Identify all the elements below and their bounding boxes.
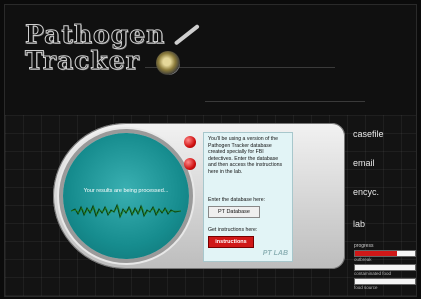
progress-label-contaminated-food: contaminated food (354, 271, 392, 276)
indicator-light (184, 136, 196, 148)
progress-bar-contaminated-food (354, 264, 416, 271)
indicator-light (184, 158, 196, 170)
divider-line (205, 101, 365, 102)
app-logo: Pathogen Tracker (24, 20, 166, 75)
progress-fill (355, 251, 397, 256)
logo-line-1: Pathogen (24, 20, 166, 49)
processing-status: Your results are being processed... (83, 188, 169, 194)
logo-line-2: Tracker (24, 46, 140, 75)
progress-label: progress (354, 243, 374, 249)
results-screen: Your results are being processed... (63, 133, 189, 259)
progress-label-food-source: food source (354, 285, 378, 290)
magnifier-handle (173, 23, 200, 46)
instructions-button[interactable]: instructions (208, 236, 254, 248)
pt-lab-logo: PT LAB (262, 250, 288, 258)
nav-encyclopedia[interactable]: encyc. (353, 187, 379, 197)
app-frame: Pathogen Tracker Your results are being … (4, 4, 417, 297)
lab-device: Your results are being processed... You'… (53, 123, 345, 269)
info-panel: You'll be using a version of the Pathoge… (203, 132, 293, 262)
pt-database-button[interactable]: PT Database (208, 206, 260, 218)
petri-dish-icon (156, 51, 180, 75)
instructions-label: Get instructions here: (208, 227, 258, 233)
waveform-graphic (71, 203, 181, 219)
database-label: Enter the database here: (208, 197, 266, 203)
nav-email[interactable]: email (353, 158, 375, 168)
nav-lab[interactable]: lab (353, 219, 365, 229)
progress-label-outbreak: outbreak (354, 257, 372, 262)
progress-bar-outbreak (354, 250, 416, 257)
intro-text: You'll be using a version of the Pathoge… (208, 136, 283, 175)
progress-bar-food-source (354, 278, 416, 285)
nav-casefile[interactable]: casefile (353, 129, 384, 139)
